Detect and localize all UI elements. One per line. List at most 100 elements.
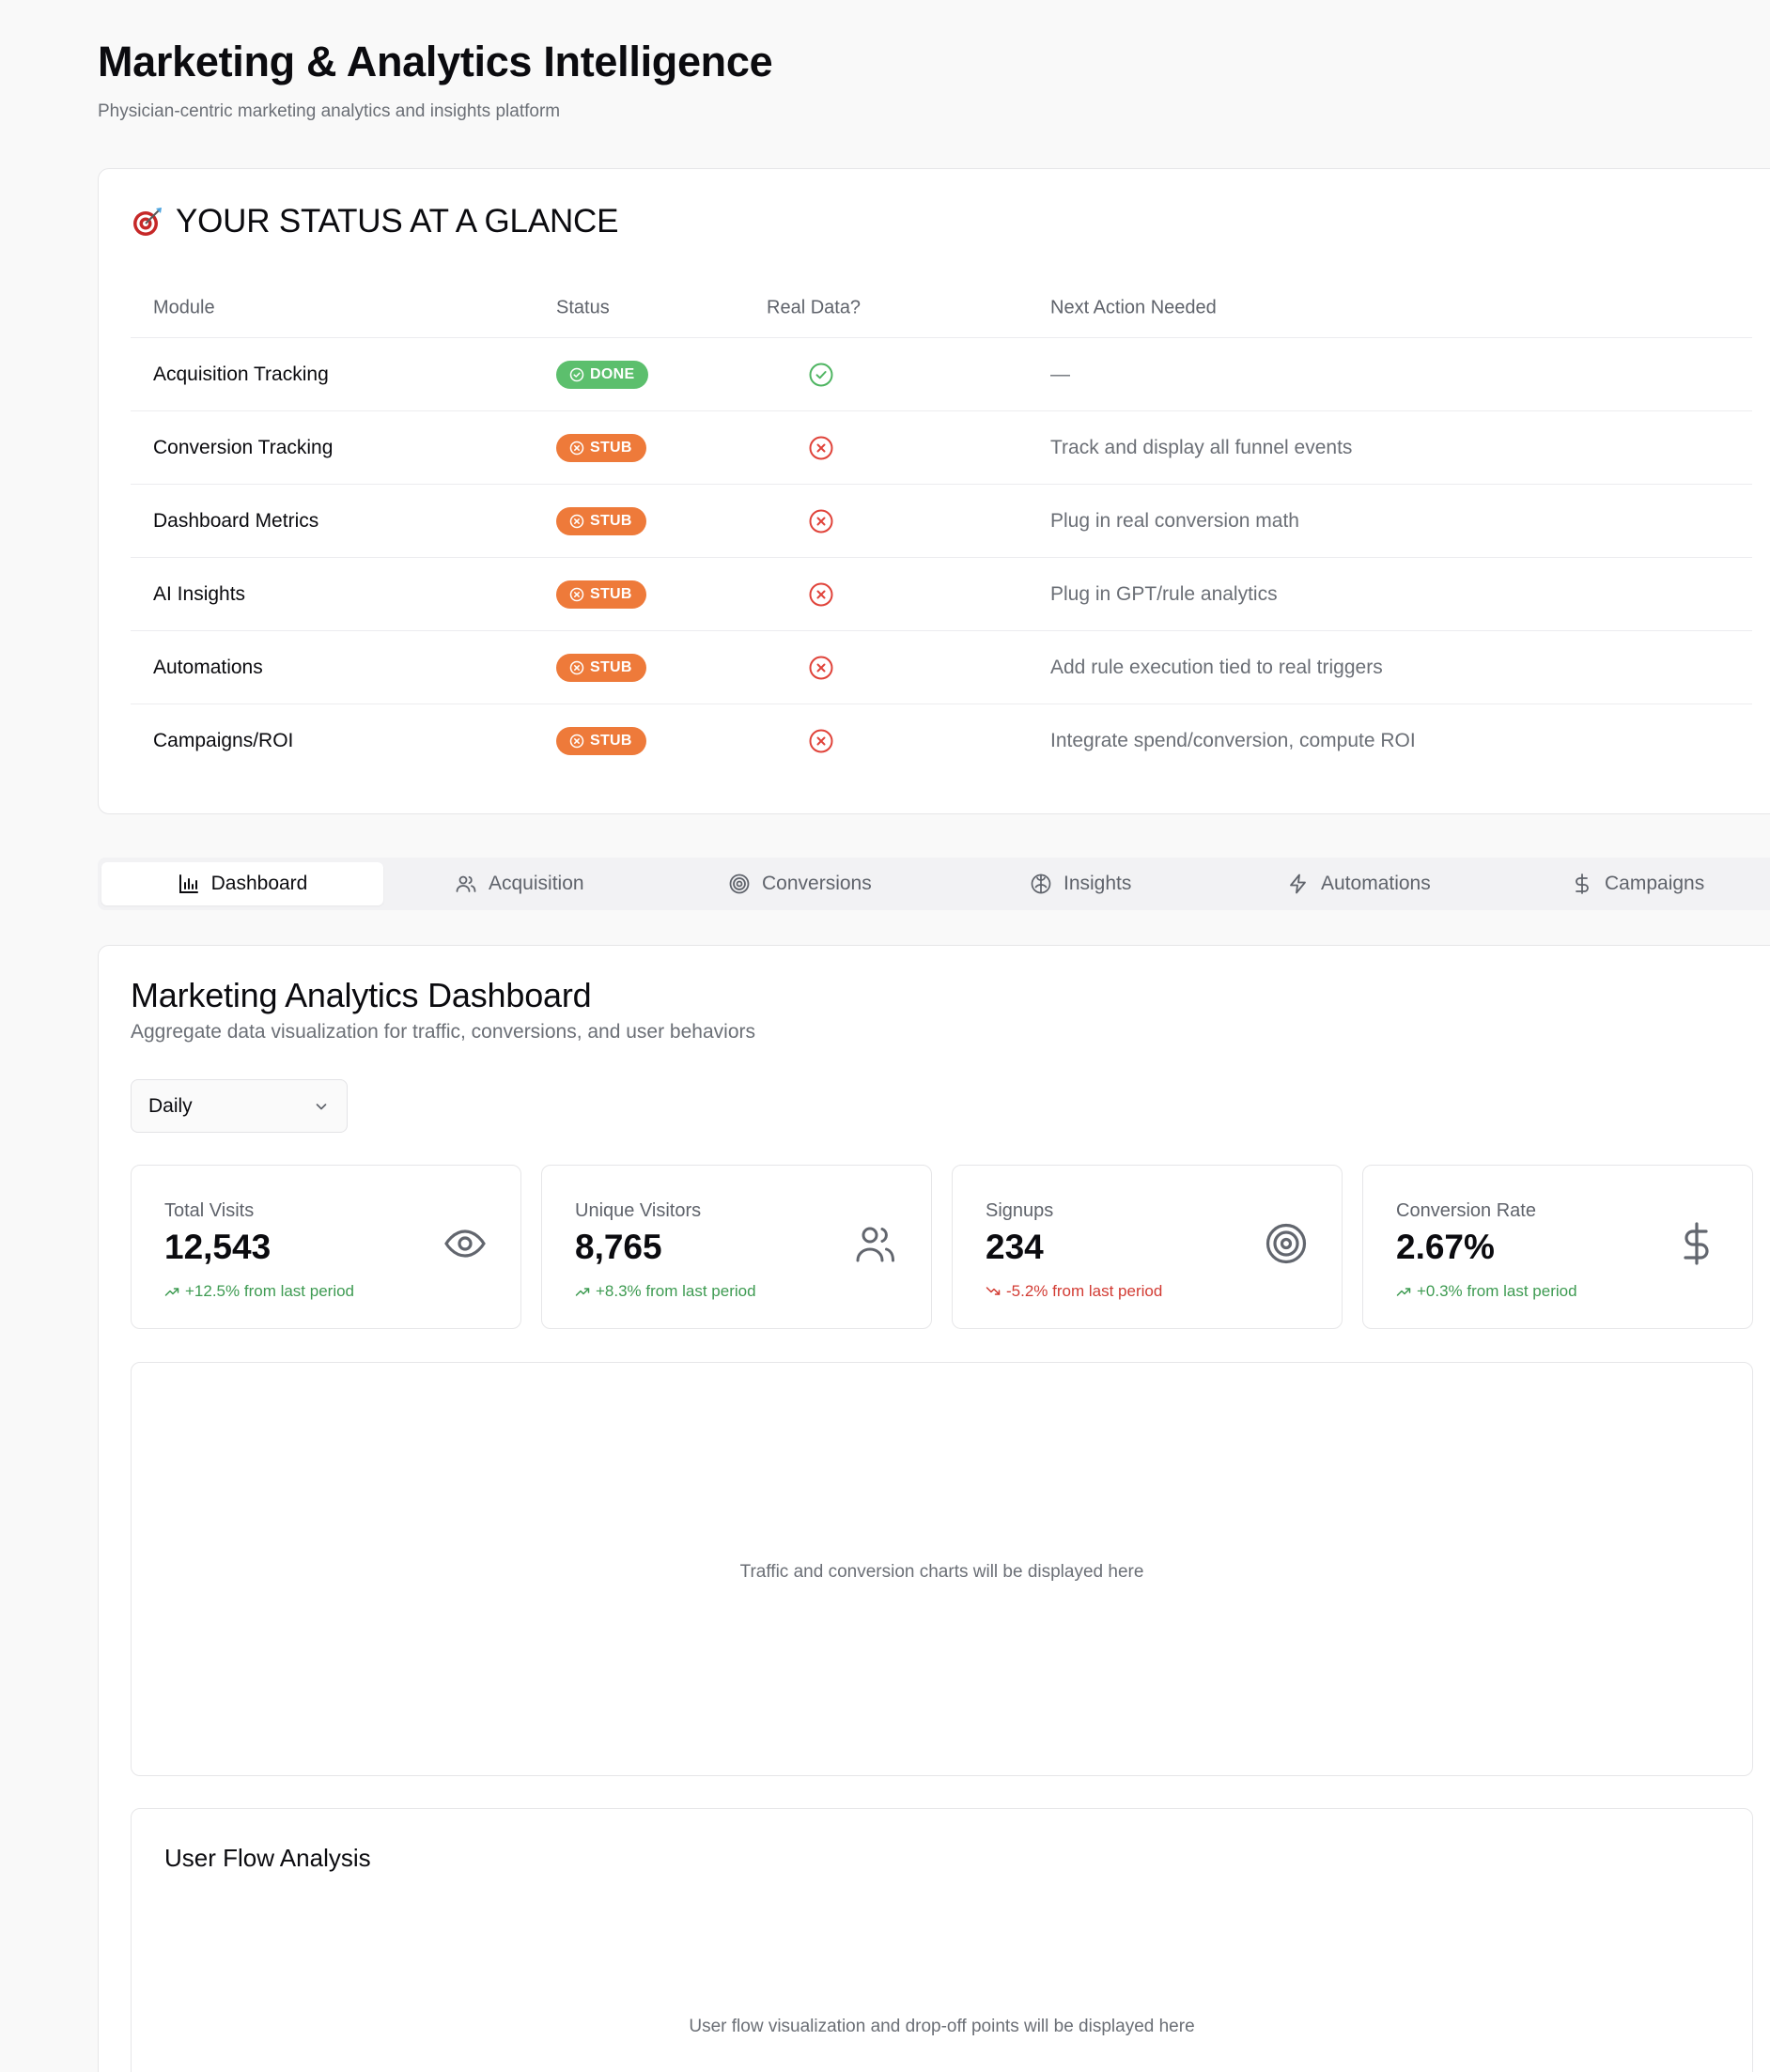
trending-down-icon — [986, 1287, 1001, 1295]
trending-up-icon — [575, 1288, 590, 1296]
column-header-real-data: Real Data? — [767, 297, 862, 317]
metric-card-total-visits: Total Visits 12,543 +12.5% from last per… — [131, 1165, 521, 1329]
table-row: Campaigns/ROI STUB Integrate spend/conve… — [131, 704, 1752, 778]
dashboard-subtitle: Aggregate data visualization for traffic… — [131, 1021, 755, 1043]
status-cell: STUB — [556, 506, 646, 535]
dashboard-panel: Marketing Analytics Dashboard Aggregate … — [98, 945, 1770, 2072]
check-icon — [809, 363, 833, 386]
module-name: Acquisition Tracking — [153, 363, 329, 385]
tab-label: Conversions — [762, 873, 872, 894]
table-row: Automations STUB Add rule execution tied… — [131, 631, 1752, 704]
direct-hit-target-icon — [133, 208, 162, 236]
eye-icon — [444, 1229, 486, 1258]
table-row: Conversion Tracking STUB Track and displ… — [131, 411, 1752, 485]
status-cell: STUB — [556, 727, 646, 755]
status-badge-label: STUB — [590, 658, 632, 675]
x-circle-icon — [569, 660, 584, 674]
metric-change: -5.2% from last period — [986, 1282, 1162, 1301]
metric-change: +12.5% from last period — [164, 1282, 354, 1301]
x-circle-icon — [569, 514, 584, 528]
status-badge: STUB — [556, 580, 646, 609]
module-name: Automations — [153, 656, 263, 678]
target-icon — [729, 874, 750, 894]
x-icon — [809, 582, 833, 606]
user-flow-placeholder-text: User flow visualization and drop-off poi… — [689, 2017, 1195, 2036]
zap-icon — [1290, 874, 1306, 894]
metric-change-text: +0.3% from last period — [1417, 1282, 1577, 1300]
tab-conversions[interactable]: Conversions — [728, 862, 872, 905]
tab-insights[interactable]: Insights — [1030, 862, 1131, 905]
status-badge-label: STUB — [590, 585, 632, 602]
period-select[interactable]: Daily — [131, 1079, 348, 1133]
trending-up-icon — [1396, 1288, 1411, 1296]
tab-campaigns[interactable]: Campaigns — [1571, 862, 1704, 905]
metric-card-unique-visitors: Unique Visitors 8,765 +8.3% from last pe… — [541, 1165, 932, 1329]
metric-card-signups: Signups 234 -5.2% from last period — [952, 1165, 1343, 1329]
user-flow-panel: User Flow Analysis User flow visualizati… — [131, 1808, 1753, 2072]
module-name: Conversion Tracking — [153, 436, 334, 458]
tab-label: Automations — [1321, 873, 1431, 894]
x-icon — [809, 436, 833, 459]
status-badge-label: STUB — [590, 733, 632, 749]
status-badge: STUB — [556, 433, 646, 462]
page-subtitle: Physician-centric marketing analytics an… — [98, 101, 561, 121]
table-row: Acquisition Tracking DONE — — [131, 338, 1752, 411]
metric-label: Unique Visitors — [575, 1200, 702, 1221]
column-header-module: Module — [153, 297, 215, 317]
next-action: Plug in GPT/rule analytics — [1050, 582, 1278, 605]
real-data-cell — [808, 581, 834, 608]
table-row: Dashboard Metrics STUB Plug in real conv… — [131, 485, 1752, 558]
tab-dashboard[interactable]: Dashboard — [101, 862, 383, 905]
dollar-icon — [1684, 1222, 1709, 1265]
status-badge: DONE — [556, 360, 649, 389]
module-name: Campaigns/ROI — [153, 730, 294, 751]
metric-change: +8.3% from last period — [575, 1282, 756, 1301]
tab-automations[interactable]: Automations — [1287, 862, 1431, 905]
period-select-value: Daily — [148, 1094, 193, 1117]
tab-label: Dashboard — [210, 873, 308, 894]
bar-chart-icon — [179, 874, 198, 893]
metric-change: +0.3% from last period — [1396, 1282, 1577, 1301]
users-icon — [856, 1227, 894, 1262]
next-action: Plug in real conversion math — [1050, 509, 1299, 532]
traffic-chart-panel: Traffic and conversion charts will be di… — [131, 1362, 1753, 1776]
chart-placeholder-text: Traffic and conversion charts will be di… — [739, 1562, 1144, 1582]
brain-icon — [1031, 874, 1051, 894]
metric-change-text: +8.3% from last period — [596, 1282, 756, 1300]
tab-label: Insights — [1064, 873, 1132, 894]
real-data-cell — [808, 655, 834, 681]
column-header-next-action: Next Action Needed — [1050, 297, 1217, 317]
next-action: Add rule execution tied to real triggers — [1050, 656, 1383, 678]
metric-label: Conversion Rate — [1396, 1200, 1536, 1221]
real-data-cell — [808, 362, 834, 388]
dollar-icon — [1576, 874, 1589, 894]
metric-value: 8,765 — [575, 1228, 662, 1266]
metric-change-text: -5.2% from last period — [1006, 1282, 1163, 1300]
x-circle-icon — [569, 734, 584, 749]
status-badge-label: STUB — [590, 512, 632, 529]
metric-label: Total Visits — [164, 1200, 255, 1221]
module-name: AI Insights — [153, 582, 246, 605]
next-action: — — [1050, 363, 1070, 385]
status-badge-label: STUB — [590, 439, 632, 456]
real-data-cell — [808, 435, 834, 461]
tab-acquisition[interactable]: Acquisition — [455, 862, 584, 905]
status-cell: STUB — [556, 580, 646, 609]
status-heading: YOUR STATUS AT A GLANCE — [131, 203, 618, 240]
check-circle-icon — [569, 367, 584, 381]
module-tabs: Dashboard Acquisition Conversions Insigh… — [98, 858, 1770, 910]
chevron-down-icon — [316, 1103, 327, 1109]
column-header-status: Status — [556, 297, 610, 317]
status-cell: DONE — [556, 360, 649, 389]
trending-up-icon — [164, 1288, 179, 1296]
dashboard-title: Marketing Analytics Dashboard — [131, 976, 592, 1014]
status-cell: STUB — [556, 433, 646, 462]
status-cell: STUB — [556, 653, 646, 682]
real-data-cell — [808, 728, 834, 754]
status-glance-card: YOUR STATUS AT A GLANCE Module Status Re… — [98, 168, 1770, 814]
tab-label: Campaigns — [1605, 873, 1705, 894]
metric-value: 2.67% — [1396, 1228, 1495, 1266]
status-badge: STUB — [556, 653, 646, 682]
status-badge: STUB — [556, 506, 646, 535]
x-icon — [809, 656, 833, 679]
